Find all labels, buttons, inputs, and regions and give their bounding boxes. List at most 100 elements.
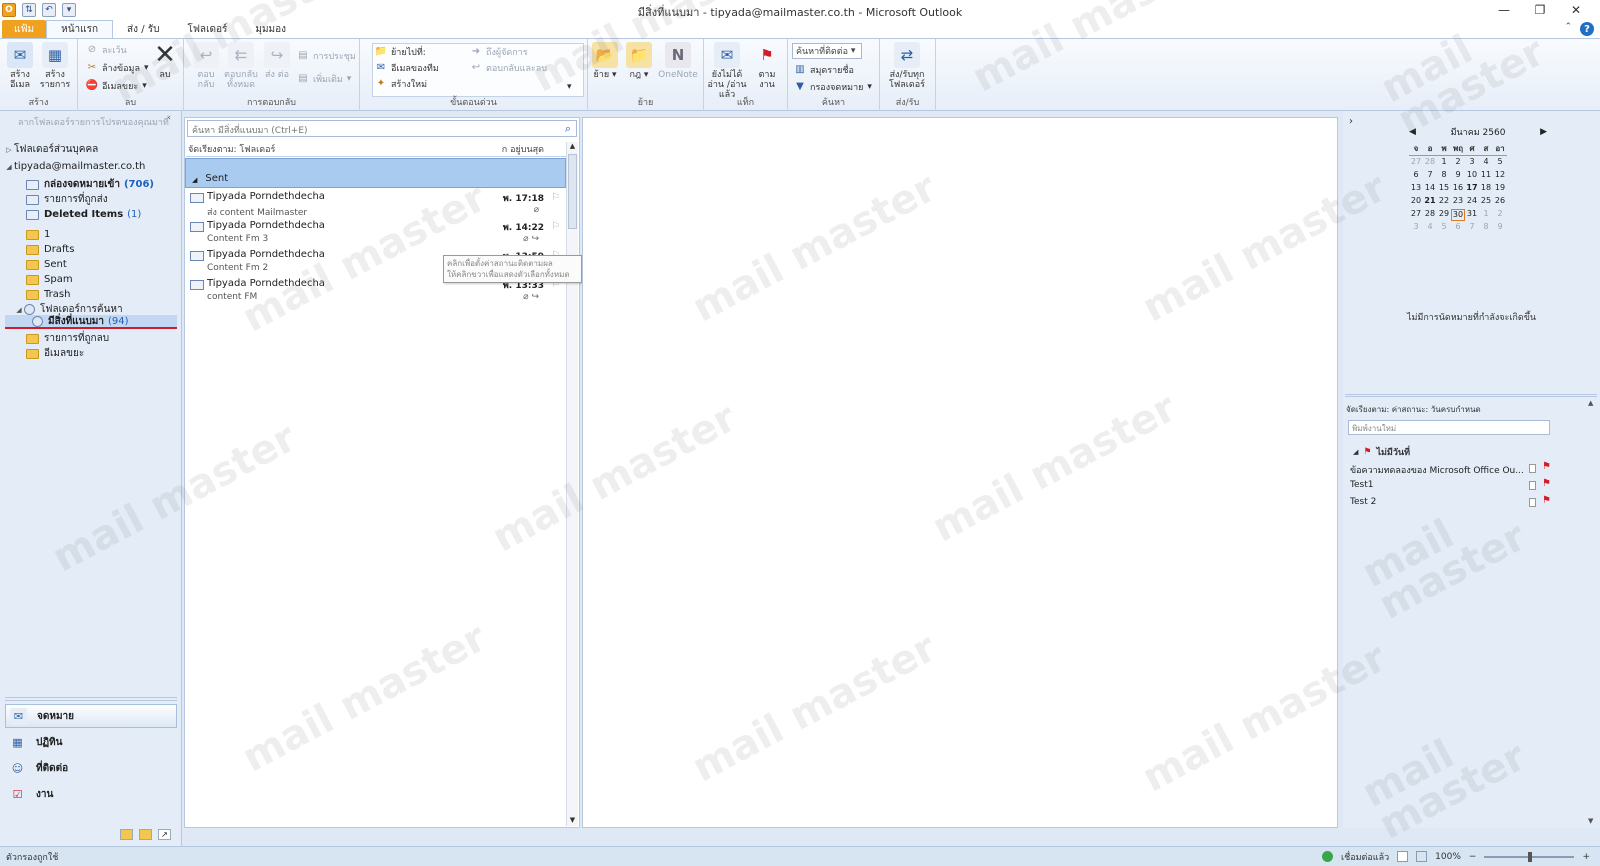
calendar-day[interactable]: 22 (1437, 196, 1451, 208)
flag-icon[interactable]: ⚐ (551, 192, 560, 203)
calendar-day[interactable]: 27 (1409, 157, 1423, 169)
quickstep-move-to[interactable]: 📁 ย้ายไปที่: (375, 44, 426, 59)
task-flag-icon[interactable]: ⚑ (1542, 461, 1551, 472)
calendar-day[interactable]: 27 (1409, 209, 1423, 221)
new-task-input[interactable]: พิมพ์งานใหม่ (1348, 420, 1550, 435)
search-icon[interactable]: ⌕ (565, 122, 571, 136)
calendar-day[interactable]: 8 (1479, 222, 1493, 234)
folder-drafts[interactable]: Drafts (26, 242, 74, 257)
todo-splitter[interactable] (1345, 394, 1597, 397)
delete-button[interactable]: ✕ ลบ (148, 42, 182, 80)
zoom-in-icon[interactable]: + (1582, 852, 1590, 862)
folder-deleted-list[interactable]: รายการที่ถูกลบ (26, 331, 109, 346)
folder-sent-items[interactable]: รายการที่ถูกส่ง (26, 192, 108, 207)
calendar-day[interactable]: 5 (1437, 222, 1451, 234)
calendar-day[interactable]: 18 (1479, 183, 1493, 195)
arrange-by-header[interactable]: จัดเรียงตาม: โฟลเดอร์ก อยู่บนสุด (186, 142, 566, 157)
todo-scrollbar[interactable]: ▲ ▼ (1588, 399, 1598, 825)
zoom-out-icon[interactable]: − (1469, 852, 1477, 862)
flag-icon[interactable]: ⚐ (551, 221, 560, 232)
send-receive-all-button[interactable]: ⇄ ส่ง/รับทุก โฟลเดอร์ (882, 42, 932, 90)
folder-trash[interactable]: Trash (26, 287, 70, 302)
calendar-day[interactable]: 21 (1423, 196, 1437, 208)
calendar-day[interactable]: 28 (1423, 157, 1437, 169)
tab-send-receive[interactable]: ส่ง / รับ (113, 20, 173, 38)
follow-up-button[interactable]: ⚑ ตาม งาน (750, 42, 784, 91)
collapse-pane-icon[interactable]: ‹ (167, 113, 171, 123)
tab-folder[interactable]: โฟลเดอร์ (173, 20, 241, 38)
tab-file[interactable]: แฟ้ม (2, 20, 47, 38)
nav-contacts-button[interactable]: ☺ ที่ติดต่อ (5, 756, 177, 780)
calendar-day[interactable]: 8 (1437, 170, 1451, 182)
task-checkbox[interactable] (1529, 481, 1536, 490)
send-receive-icon[interactable]: ⇅ (22, 3, 36, 17)
prev-month-icon[interactable]: ◀ (1409, 127, 1416, 137)
calendar-day[interactable]: 11 (1479, 170, 1493, 182)
junk-button[interactable]: ⛔ อีเมลขยะ ▾ (86, 78, 147, 93)
reading-view-icon[interactable] (1416, 851, 1428, 862)
next-month-icon[interactable]: ▶ (1540, 127, 1547, 137)
new-email-button[interactable]: ✉ สร้าง อีเมล (3, 42, 37, 90)
folder-inbox[interactable]: กล่องจดหมายเข้า (706) (26, 177, 154, 192)
minimize-ribbon-icon[interactable]: ⌃ (1564, 22, 1572, 36)
calendar-day[interactable]: 25 (1479, 196, 1493, 208)
calendar-day[interactable]: 19 (1493, 183, 1507, 195)
calendar-day[interactable]: 6 (1451, 222, 1465, 234)
calendar-day[interactable]: 4 (1423, 222, 1437, 234)
task-item[interactable]: Test 2 (1350, 497, 1555, 511)
message-item[interactable]: Tipyada Porndethdecha Content Fm 3 พ. 14… (187, 219, 565, 247)
calendar-day[interactable]: 5 (1493, 157, 1507, 169)
address-book-button[interactable]: ▥ สมุดรายชื่อ (794, 62, 854, 77)
meeting-button[interactable]: ▤ การประชุม (297, 48, 356, 63)
calendar-day[interactable]: 2 (1451, 157, 1465, 169)
search-input[interactable]: ค้นหา มีสิ่งที่แนบมา (Ctrl+E) ⌕ (187, 120, 577, 137)
group-header-sent[interactable]: ◢ Sent (185, 158, 566, 188)
reply-all-button[interactable]: ⇇ ตอบกลับ ทั้งหมด (224, 42, 258, 90)
reply-button[interactable]: ↩ ตอบ กลับ (189, 42, 223, 90)
task-arrange-header[interactable]: จัดเรียงตาม: ค่าสถานะ: วันครบกำหนด (1346, 403, 1586, 416)
task-flag-icon[interactable]: ⚑ (1542, 478, 1551, 489)
close-button[interactable]: ✕ (1558, 0, 1594, 20)
search-people-input[interactable]: ค้นหาที่ติดต่อ ▾ (792, 43, 862, 59)
calendar-day[interactable]: 1 (1479, 209, 1493, 221)
help-icon[interactable]: ? (1580, 22, 1594, 36)
zoom-level[interactable]: 100% (1435, 852, 1461, 862)
rules-button[interactable]: 📁 กฎ ▾ (622, 42, 656, 80)
calendar-day[interactable]: 2 (1493, 209, 1507, 221)
minimize-button[interactable]: — (1486, 0, 1522, 20)
ignore-button[interactable]: ⊘ ละเว้น (86, 42, 127, 57)
onenote-button[interactable]: N OneNote (658, 42, 698, 80)
calendar-day[interactable]: 26 (1493, 196, 1507, 208)
quickstep-team-email[interactable]: ✉ อีเมลของทีม (375, 60, 439, 75)
quickstep-create-new[interactable]: ✦ สร้างใหม่ (375, 76, 427, 91)
message-item[interactable]: Tipyada Porndethdecha ส่ง content Mailma… (187, 190, 565, 218)
calendar-day[interactable]: 15 (1437, 183, 1451, 195)
folder-deleted-items[interactable]: Deleted Items (1) (26, 207, 141, 222)
scroll-down-icon[interactable]: ▼ (1588, 817, 1593, 825)
nav-mail-button[interactable]: ✉ จดหมาย (5, 704, 177, 728)
restore-button[interactable]: ❐ (1522, 0, 1558, 20)
zoom-slider-knob[interactable] (1528, 851, 1533, 862)
task-checkbox[interactable] (1529, 464, 1536, 473)
customize-qat-icon[interactable]: ▾ (62, 3, 76, 17)
task-item[interactable]: Test1 (1350, 480, 1555, 494)
calendar-day[interactable]: 20 (1409, 196, 1423, 208)
calendar-day[interactable]: 4 (1479, 157, 1493, 169)
calendar-day[interactable]: 28 (1423, 209, 1437, 221)
new-items-button[interactable]: ▦ สร้าง รายการ (38, 42, 72, 90)
notes-icon[interactable] (120, 829, 133, 840)
unread-read-button[interactable]: ✉ ยังไม่ได้อ่าน /อ่านแล้ว (706, 42, 748, 100)
folder-1[interactable]: 1 (26, 227, 50, 242)
calendar-day[interactable]: 13 (1409, 183, 1423, 195)
calendar-day[interactable]: 7 (1423, 170, 1437, 182)
nav-splitter[interactable] (5, 697, 177, 701)
undo-icon[interactable]: ↶ (42, 3, 56, 17)
calendar-day[interactable]: 31 (1465, 209, 1479, 221)
folder-attachments-selected[interactable]: มีสิ่งที่แนบมา (94) (5, 315, 177, 329)
calendar-day[interactable]: 9 (1451, 170, 1465, 182)
folder-account[interactable]: ◢ tipyada@mailmaster.co.th (4, 159, 145, 174)
sort-order[interactable]: ก อยู่บนสุด (502, 142, 566, 156)
normal-view-icon[interactable] (1397, 851, 1409, 862)
zoom-slider[interactable] (1484, 851, 1575, 862)
calendar-day[interactable]: 10 (1465, 170, 1479, 182)
